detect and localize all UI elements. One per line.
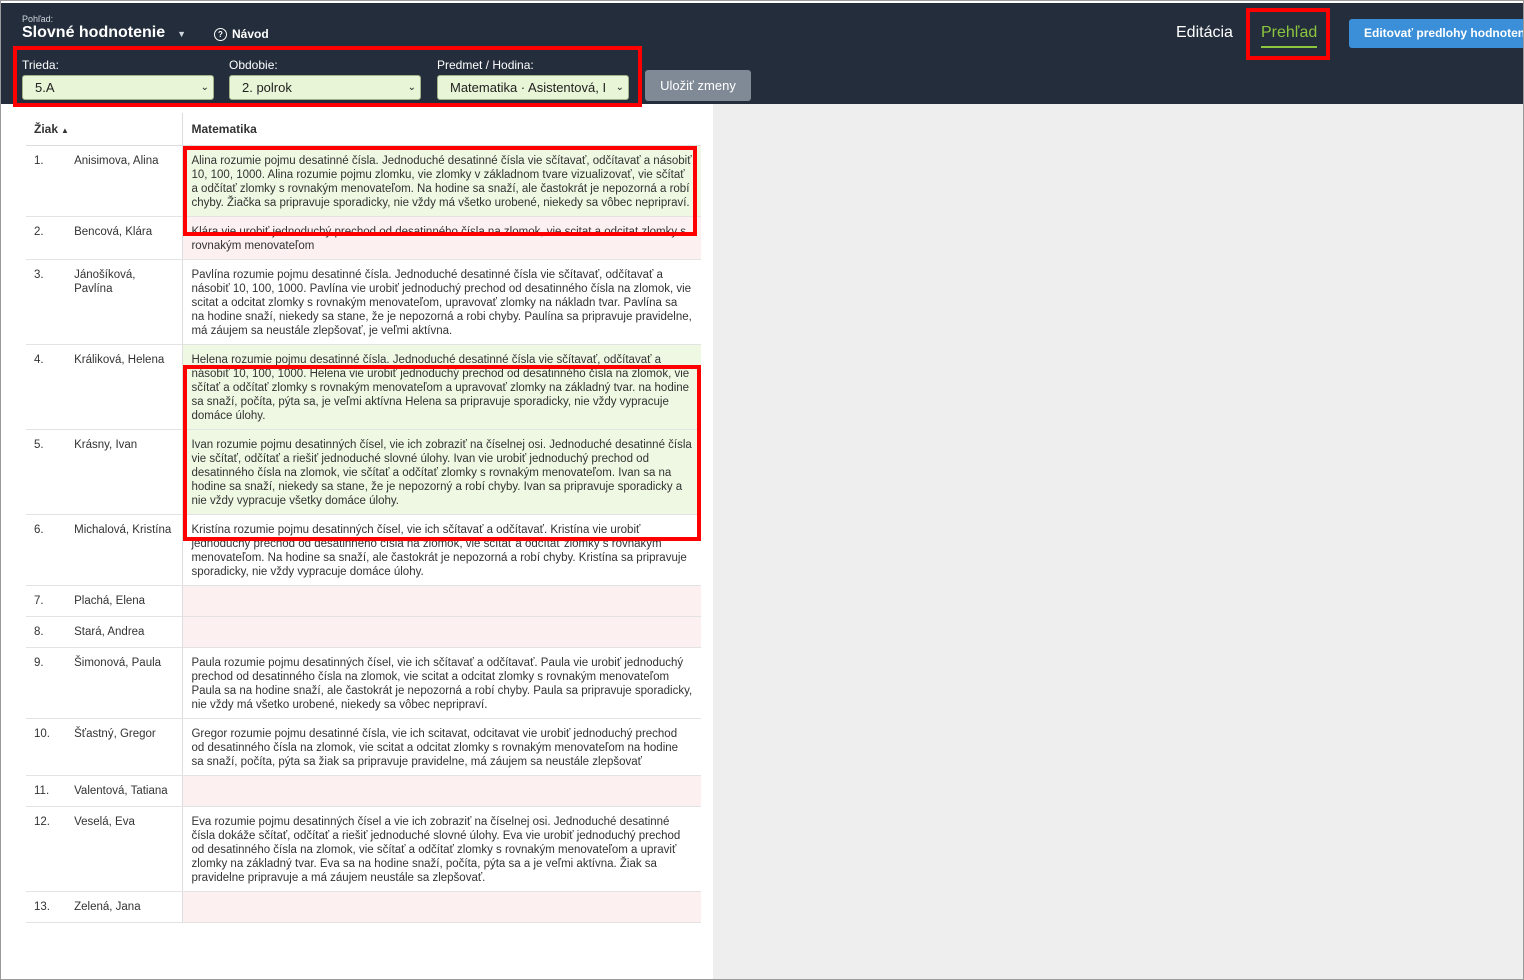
table-row: 6. Michalová, Kristína Kristína rozumie po… bbox=[26, 514, 701, 586]
evaluation-text[interactable]: Klára vie urobiť jednoduchý prechod od d… bbox=[182, 216, 701, 260]
student-name: Králiková, Helena bbox=[66, 344, 184, 430]
sort-asc-icon: ▲ bbox=[61, 126, 69, 135]
row-number: 2. bbox=[26, 216, 67, 260]
view-label: Pohľad: bbox=[22, 14, 54, 24]
evaluation-text[interactable] bbox=[182, 616, 701, 648]
table-row: 12. Veselá, Eva Eva rozumie pojmu desatinn… bbox=[26, 806, 701, 892]
caret-down-icon: ▼ bbox=[177, 29, 187, 39]
evaluation-text[interactable] bbox=[182, 585, 701, 617]
table-row: 8. Stará, Andrea bbox=[26, 616, 701, 648]
app-window: Pohľad: Slovné hodnotenie ▼ ? Návod Edit… bbox=[0, 0, 1524, 980]
row-number: 9. bbox=[26, 647, 67, 719]
student-name: Jánošíková, Pavlína bbox=[66, 259, 184, 345]
evaluation-text[interactable]: Helena rozumie pojmu desatinné čísla. Je… bbox=[182, 344, 701, 430]
row-number: 4. bbox=[26, 344, 67, 430]
student-name: Šťastný, Gregor bbox=[66, 718, 184, 776]
row-number: 11. bbox=[26, 775, 67, 807]
row-number: 10. bbox=[26, 718, 67, 776]
evaluation-text[interactable]: Pavlína rozumie pojmu desatinné čísla. J… bbox=[182, 259, 701, 345]
row-number: 6. bbox=[26, 514, 67, 586]
table-row: 9. Šimonová, Paula Paula rozumie pojmu des… bbox=[26, 647, 701, 719]
highlight-filters bbox=[13, 46, 642, 107]
table-header-row: Žiak ▲ Matematika bbox=[26, 113, 701, 146]
empty-area bbox=[713, 102, 1523, 979]
evaluation-text[interactable] bbox=[182, 891, 701, 923]
view-selector[interactable]: Slovné hodnotenie ▼ bbox=[22, 24, 186, 42]
student-name: Krásny, Ivan bbox=[66, 429, 184, 515]
student-name: Anisimova, Alina bbox=[66, 145, 184, 217]
evaluation-table: Žiak ▲ Matematika 1. Anisimova, Alina Alina… bbox=[26, 113, 701, 923]
help-link[interactable]: ? Návod bbox=[214, 27, 269, 41]
row-number: 12. bbox=[26, 806, 67, 892]
evaluation-text[interactable]: Ivan rozumie pojmu desatinných čísel, vi… bbox=[182, 429, 701, 515]
row-number: 3. bbox=[26, 259, 67, 345]
evaluation-text[interactable] bbox=[182, 775, 701, 807]
student-name: Veselá, Eva bbox=[66, 806, 184, 892]
student-column-header[interactable]: Žiak ▲ bbox=[26, 113, 184, 146]
table-row: 5. Krásny, Ivan Ivan rozumie pojmu desatin… bbox=[26, 429, 701, 515]
student-name: Šimonová, Paula bbox=[66, 647, 184, 719]
save-changes-button[interactable]: Uložiť zmeny bbox=[645, 70, 751, 101]
subject-column-header: Matematika bbox=[182, 113, 701, 146]
table-row: 4. Králiková, Helena Helena rozumie pojmu … bbox=[26, 344, 701, 430]
student-name: Michalová, Kristína bbox=[66, 514, 184, 586]
tab-edit[interactable]: Editácia bbox=[1176, 24, 1233, 42]
row-number: 7. bbox=[26, 585, 67, 617]
table-row: 3. Jánošíková, Pavlína Pavlína rozumie poj… bbox=[26, 259, 701, 345]
student-name: Plachá, Elena bbox=[66, 585, 184, 617]
highlight-overview-tab bbox=[1246, 8, 1330, 60]
table-row: 13. Zelená, Jana bbox=[26, 891, 701, 923]
evaluation-text[interactable]: Paula rozumie pojmu desatinných čísel, v… bbox=[182, 647, 701, 719]
student-name: Valentová, Tatiana bbox=[66, 775, 184, 807]
row-number: 13. bbox=[26, 891, 67, 923]
row-number: 8. bbox=[26, 616, 67, 648]
row-number: 5. bbox=[26, 429, 67, 515]
help-label: Návod bbox=[232, 27, 269, 41]
evaluation-text[interactable]: Alina rozumie pojmu desatinné čísla. Jed… bbox=[182, 145, 701, 217]
question-circle-icon: ? bbox=[214, 27, 227, 41]
table-row: 2. Bencová, Klára Klára vie urobiť jednodu… bbox=[26, 216, 701, 260]
view-title: Slovné hodnotenie bbox=[22, 24, 166, 41]
evaluation-text[interactable]: Gregor rozumie pojmu desatinné čísla, vi… bbox=[182, 718, 701, 776]
table-row: 1. Anisimova, Alina Alina rozumie pojmu de… bbox=[26, 145, 701, 217]
table-row: 7. Plachá, Elena bbox=[26, 585, 701, 617]
row-number: 1. bbox=[26, 145, 67, 217]
edit-templates-button[interactable]: Editovať predlohy hodnotení bbox=[1349, 19, 1523, 48]
student-name: Bencová, Klára bbox=[66, 216, 184, 260]
table-row: 10. Šťastný, Gregor Gregor rozumie pojmu d… bbox=[26, 718, 701, 776]
evaluation-text[interactable]: Eva rozumie pojmu desatinných čísel a vi… bbox=[182, 806, 701, 892]
student-header-label: Žiak bbox=[34, 122, 59, 136]
student-name: Zelená, Jana bbox=[66, 891, 184, 923]
table-row: 11. Valentová, Tatiana bbox=[26, 775, 701, 807]
student-name: Stará, Andrea bbox=[66, 616, 184, 648]
evaluation-text[interactable]: Kristína rozumie pojmu desatinných čísel… bbox=[182, 514, 701, 586]
